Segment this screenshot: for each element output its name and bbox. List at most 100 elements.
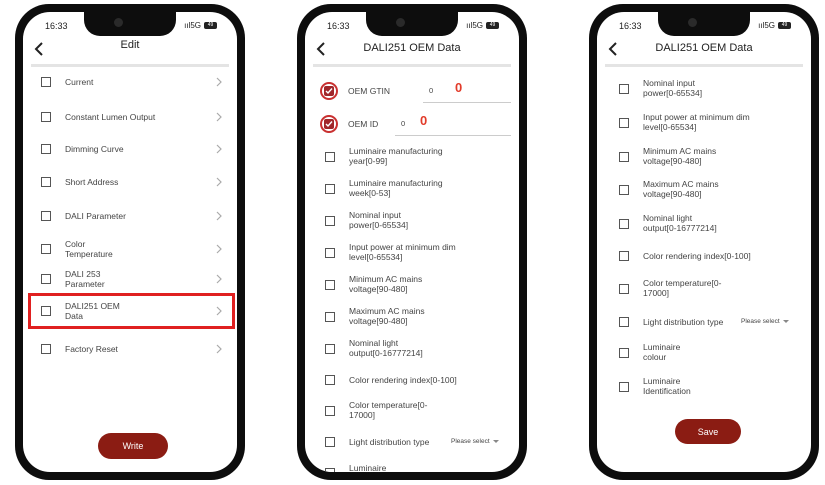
list-item[interactable]: Nominal input power[0-65534] (305, 206, 519, 234)
list-item-color-temperature[interactable]: Color Temperature (23, 233, 237, 265)
checkbox[interactable] (325, 437, 335, 447)
list-item[interactable]: Color rendering index[0-100] (597, 244, 811, 268)
list-item[interactable]: Luminaire (305, 458, 519, 472)
battery-icon: 49 (778, 22, 791, 29)
item-label: Nominal input power[0-65534] (349, 210, 409, 230)
list-item-short-address[interactable]: Short Address (23, 169, 237, 195)
list-item-light-distribution[interactable]: Light distribution type Please select (597, 310, 811, 334)
list-item-dimming-curve[interactable]: Dimming Curve (23, 136, 237, 162)
checkbox[interactable] (619, 152, 629, 162)
checkbox[interactable] (619, 348, 629, 358)
checkbox[interactable] (41, 77, 51, 87)
checkbox[interactable] (325, 152, 335, 162)
camera (688, 18, 697, 27)
chevron-right-icon (216, 144, 222, 154)
header-divider (31, 64, 229, 67)
list-item[interactable]: Luminaire colour (597, 338, 811, 366)
checkbox[interactable] (619, 284, 629, 294)
camera (396, 18, 405, 27)
list-item-light-distribution[interactable]: Light distribution type Please select (305, 430, 519, 454)
item-label: Color temperature[0-17000] (643, 278, 722, 298)
list-item[interactable]: Nominal light output[0-16777214] (597, 209, 811, 237)
dropdown-arrow-icon (492, 440, 499, 443)
checkbox[interactable] (325, 468, 335, 472)
oem-gtin-input-line (423, 102, 511, 103)
checkbox[interactable] (619, 118, 629, 128)
header: Edit (23, 36, 237, 64)
checkbox[interactable] (325, 406, 335, 416)
checkbox[interactable] (325, 248, 335, 258)
checkbox[interactable] (41, 112, 51, 122)
list-item[interactable]: Nominal light output[0-16777214] (305, 334, 519, 362)
checkbox[interactable] (325, 375, 335, 385)
item-label: Luminaire manufacturing year[0-99] (349, 146, 443, 166)
checkbox[interactable] (325, 312, 335, 322)
list-item[interactable]: Input power at minimum dim level[0-65534… (597, 108, 811, 136)
checkbox[interactable] (619, 317, 629, 327)
item-label: Input power at minimum dim level[0-65534… (643, 112, 750, 132)
checkbox[interactable] (41, 144, 51, 154)
list-item[interactable]: Maximum AC mains voltage[90-480] (305, 302, 519, 330)
list-item[interactable]: Color temperature[0-17000] (305, 396, 519, 424)
checkbox-checked[interactable] (320, 82, 338, 100)
item-label: Color temperature[0-17000] (349, 400, 428, 420)
list-item[interactable]: Minimum AC mains voltage[90-480] (305, 270, 519, 298)
oem-id-value[interactable]: 0 (401, 119, 405, 128)
header-divider (605, 64, 803, 67)
oem-id-annotation: 0 (420, 113, 428, 128)
checkbox[interactable] (41, 177, 51, 187)
checkbox[interactable] (41, 211, 51, 221)
checkbox[interactable] (619, 251, 629, 261)
write-button[interactable]: Write (98, 433, 168, 459)
item-label: Factory Reset (65, 344, 118, 354)
light-distribution-select[interactable]: Please select (451, 438, 499, 445)
checkbox[interactable] (41, 344, 51, 354)
list-item-current[interactable]: Current (23, 69, 237, 95)
item-label: Current (65, 77, 94, 87)
item-label: Maximum AC mains voltage[90-480] (643, 179, 719, 199)
checkbox[interactable] (619, 382, 629, 392)
list-item-dali-253[interactable]: DALI 253 Parameter (23, 264, 237, 294)
list-item[interactable]: Input power at minimum dim level[0-65534… (305, 238, 519, 266)
list-item[interactable]: Minimum AC mains voltage[90-480] (597, 142, 811, 170)
list-item[interactable]: Color rendering index[0-100] (305, 368, 519, 392)
checkbox[interactable] (619, 84, 629, 94)
camera (114, 18, 123, 27)
item-label: Light distribution type (349, 437, 430, 447)
checkbox[interactable] (325, 344, 335, 354)
checkbox[interactable] (41, 244, 51, 254)
list-item[interactable]: Maximum AC mains voltage[90-480] (597, 175, 811, 203)
phone-oem-data-scrolled: 16:33 ııl5G 49 DALI251 OEM Data Nominal i… (589, 4, 819, 480)
checkbox[interactable] (41, 274, 51, 284)
item-label: Light distribution type (643, 317, 724, 327)
list-item-dali-parameter[interactable]: DALI Parameter (23, 203, 237, 229)
list-item[interactable]: Color temperature[0-17000] (597, 274, 811, 302)
list-item-factory-reset[interactable]: Factory Reset (23, 336, 237, 362)
checkbox[interactable] (325, 216, 335, 226)
item-label: Nominal input power[0-65534] (643, 78, 703, 98)
screen: 16:33 ııl5G 49 Edit Current Constant Lume… (23, 12, 237, 472)
header: DALI251 OEM Data (305, 36, 519, 64)
battery-icon: 49 (204, 22, 217, 29)
list-item[interactable]: Luminaire manufacturing year[0-99] (305, 142, 519, 170)
checkbox[interactable] (619, 219, 629, 229)
list-item[interactable]: Luminaire Identification (597, 372, 811, 400)
chevron-right-icon (216, 211, 222, 221)
chevron-right-icon (216, 244, 222, 254)
notch (84, 12, 176, 36)
chevron-right-icon (216, 112, 222, 122)
checkbox[interactable] (325, 280, 335, 290)
checkbox[interactable] (619, 185, 629, 195)
item-label: Constant Lumen Output (65, 112, 156, 122)
item-label: Minimum AC mains voltage[90-480] (643, 146, 717, 166)
item-label: Luminaire colour (643, 342, 681, 362)
list-item[interactable]: Nominal input power[0-65534] (597, 74, 811, 102)
screen: 16:33 ııl5G 49 DALI251 OEM Data OEM GTIN … (305, 12, 519, 472)
checkbox[interactable] (325, 184, 335, 194)
list-item[interactable]: Luminaire manufacturing week[0-53] (305, 174, 519, 202)
list-item-constant-lumen[interactable]: Constant Lumen Output (23, 101, 237, 133)
checkbox-checked[interactable] (320, 115, 338, 133)
save-button[interactable]: Save (675, 419, 741, 444)
light-distribution-select[interactable]: Please select (741, 318, 789, 325)
oem-gtin-value[interactable]: 0 (429, 86, 433, 95)
